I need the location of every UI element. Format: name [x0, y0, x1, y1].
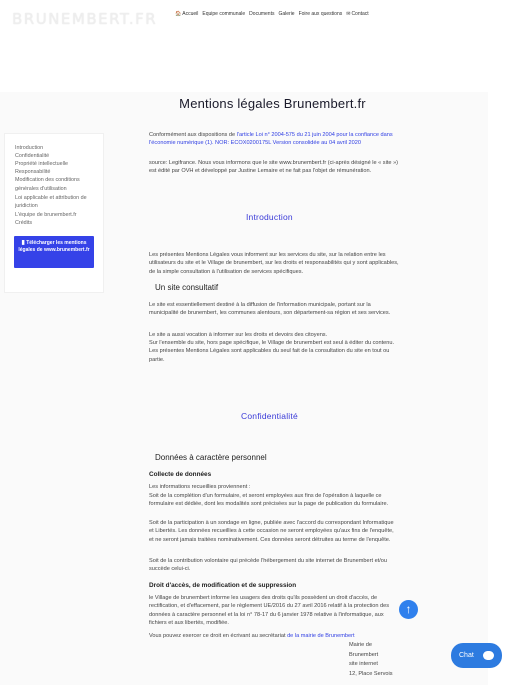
droit-line-2-text: Vous pouvez exercer ce droit en écrivant… — [149, 633, 288, 639]
collecte-heading: Collecte de données — [149, 471, 212, 478]
sidebar: Introduction Confidentialité Propriété i… — [4, 133, 104, 293]
nav-item-equipe[interactable]: Equipe communale — [202, 11, 245, 17]
mairie-link[interactable]: de la mairie de Brunembert — [287, 633, 354, 639]
sidebar-item-equipe[interactable]: L'équipe de brunembert.fr — [5, 211, 100, 219]
nav-item-contact[interactable]: ✉Contact — [346, 11, 368, 17]
sidebar-item-propriete[interactable]: Propriété intellectuelle — [5, 160, 100, 168]
page-title: Mentions légales Brunembert.fr — [179, 96, 366, 111]
intro-block: Conformément aux dispositions de l'artic… — [149, 131, 399, 148]
site-logo[interactable]: BRUNEMBERT.FR — [12, 10, 157, 28]
section-heading-donnees: Données à caractère personnel — [155, 453, 267, 462]
sidebar-item-credits[interactable]: Crédits — [5, 219, 100, 227]
scroll-top-button[interactable]: ↑ — [399, 600, 418, 619]
intro-text: Conformément aux dispositions de — [149, 132, 237, 138]
section-heading-consultatif: Un site consultatif — [155, 283, 219, 292]
contact-icon: ✉ — [346, 11, 351, 17]
source-text: source: Legifrance. Nous vous informons … — [149, 160, 399, 175]
mairie-address: Mairie de Brunembert site internet 12, P… — [349, 641, 393, 679]
chat-bubble-icon — [483, 651, 494, 660]
consultatif-p1: Le site est essentiellement destiné à la… — [149, 302, 391, 317]
chat-label: Chat — [459, 652, 474, 659]
section-heading-confidentialite: Confidentialité — [241, 411, 298, 421]
chat-button[interactable]: Chat — [451, 643, 502, 668]
page: BRUNEMBERT.FR 🏠Accueil Equipe communale … — [0, 0, 507, 685]
droit-heading: Droit d'accès, de modification et de sup… — [149, 582, 297, 589]
consultatif-p3: Sur l'ensemble du site, hors page spécif… — [149, 340, 395, 363]
sidebar-item-confidentialite[interactable]: Confidentialité — [5, 152, 100, 160]
download-button[interactable]: ▮ Télécharger les mentions légales de ww… — [14, 236, 94, 268]
nav-label: Contact — [351, 11, 369, 17]
collecte-line-3: Soit de la participation à un sondage en… — [149, 520, 394, 543]
address-line: Brunembert — [349, 651, 379, 658]
download-button-label: Télécharger les mentions légales de www.… — [18, 240, 90, 253]
nav-label: Accueil — [182, 11, 199, 17]
nav-item-accueil[interactable]: 🏠Accueil — [175, 11, 198, 17]
sidebar-item-responsabilite[interactable]: Responsabilité — [5, 168, 100, 176]
main-nav: 🏠Accueil Equipe communale Documents Gale… — [175, 11, 369, 17]
address-line: 12, Place Servois — [349, 670, 393, 677]
address-line: Mairie de — [349, 642, 373, 648]
nav-item-faq[interactable]: Foire aux questions — [299, 11, 343, 17]
document-icon: ▮ — [21, 240, 25, 246]
introduction-text: Les présentes Mentions Légales vous info… — [149, 252, 399, 275]
sidebar-item-introduction[interactable]: Introduction — [5, 144, 100, 152]
nav-item-documents[interactable]: Documents — [249, 11, 274, 17]
collecte-line-4: Soit de la contribution volontaire qui p… — [149, 558, 388, 573]
address-line: site internet — [349, 661, 378, 667]
arrow-up-icon: ↑ — [405, 602, 412, 616]
droit-text: le Village de brunembert informe les usa… — [149, 595, 390, 627]
sidebar-item-loi[interactable]: Loi applicable et attribution de juridic… — [5, 194, 100, 212]
collecte-line-1: Les informations recueillies proviennent… — [149, 484, 251, 490]
nav-item-galerie[interactable]: Galerie — [278, 11, 294, 17]
section-heading-introduction: Introduction — [246, 212, 293, 222]
collecte-line-2: Soit de la complétion d'un formulaire, e… — [149, 492, 389, 507]
top-bar: BRUNEMBERT.FR 🏠Accueil Equipe communale … — [0, 0, 507, 40]
droit-line-2: Vous pouvez exercer ce droit en écrivant… — [149, 632, 399, 640]
sidebar-item-modification[interactable]: Modification des conditions générales d'… — [5, 176, 100, 194]
home-icon: 🏠 — [175, 11, 182, 17]
